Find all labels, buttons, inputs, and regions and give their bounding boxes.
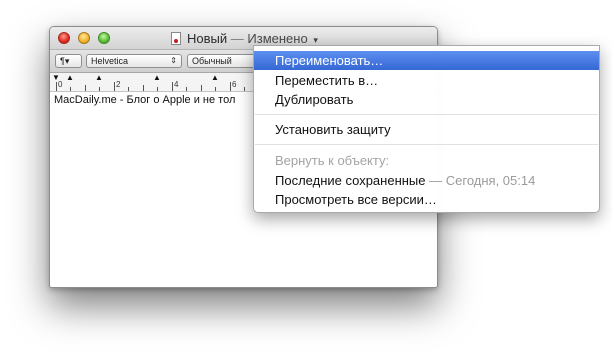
menu-item-lock[interactable]: Установить защиту [254, 120, 599, 139]
font-family-label: Helvetica [91, 56, 129, 66]
ruler-number: 4 [174, 80, 179, 89]
menu-divider [255, 144, 598, 145]
font-family-popup[interactable]: Helvetica ⇕ [86, 54, 182, 68]
ruler-tick [56, 82, 57, 91]
title-separator: — [230, 31, 244, 46]
ruler-tick [157, 87, 158, 91]
tab-stop-icon[interactable]: ▲ [211, 73, 219, 82]
ruler-tick [186, 87, 187, 91]
ruler-tick [215, 87, 216, 91]
menu-item-duplicate[interactable]: Дублировать [254, 90, 599, 109]
minimize-button[interactable] [78, 32, 90, 44]
updown-arrows-icon: ⇕ [170, 56, 177, 65]
menu-item-browse-versions[interactable]: Просмотреть все версии… [254, 190, 599, 209]
ruler-tick [99, 87, 100, 91]
document-icon [171, 32, 181, 45]
tab-stop-icon[interactable]: ▲ [95, 73, 103, 82]
ruler-tick [114, 82, 115, 91]
font-style-popup[interactable]: Обычный [187, 54, 259, 68]
ruler-tick [70, 87, 71, 91]
ruler-tick [172, 82, 173, 91]
ruler-number: 2 [116, 80, 121, 89]
chevron-down-icon[interactable]: ▾ [313, 35, 318, 45]
ruler-tick [143, 85, 144, 91]
menu-item-last-saved[interactable]: Последние сохраненные — Сегодня, 05:14 [254, 171, 599, 190]
menu-item-rename[interactable]: Переименовать… [254, 51, 599, 70]
close-button[interactable] [58, 32, 70, 44]
font-style-label: Обычный [192, 56, 232, 66]
menu-divider [255, 114, 598, 115]
ruler-tick [201, 85, 202, 91]
ruler-tick [230, 82, 231, 91]
document-text[interactable]: MacDaily.me - Блог о Apple и не тол [54, 94, 235, 106]
title-dropdown-menu: Переименовать… Переместить в… Дублироват… [253, 45, 600, 213]
ruler-tick [85, 85, 86, 91]
tab-stop-icon[interactable]: ▲ [66, 73, 74, 82]
zoom-button[interactable] [98, 32, 110, 44]
document-status: Изменено [247, 31, 308, 46]
menu-item-move-to[interactable]: Переместить в… [254, 71, 599, 90]
last-saved-label: Последние сохраненные [275, 173, 426, 188]
ruler-tick [128, 87, 129, 91]
ruler-tick [244, 87, 245, 91]
ruler-number: 0 [58, 80, 63, 89]
last-saved-time: — Сегодня, 05:14 [429, 173, 536, 188]
paragraph-style-popup[interactable]: ¶▾ [55, 54, 82, 68]
document-name: Новый [187, 31, 228, 46]
ruler-number: 6 [232, 80, 237, 89]
tab-stop-icon[interactable]: ▲ [153, 73, 161, 82]
menu-header-revert: Вернуть к объекту: [275, 153, 390, 168]
